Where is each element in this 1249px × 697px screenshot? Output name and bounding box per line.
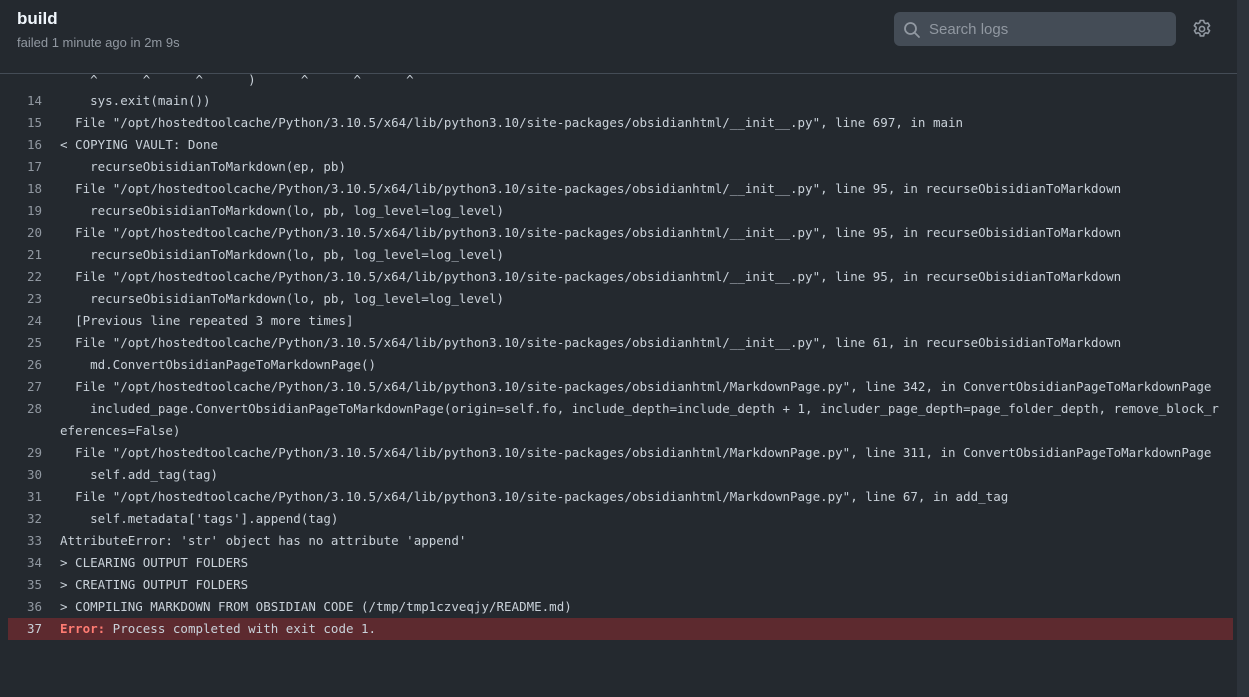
page-scrollbar[interactable] [1237, 0, 1249, 697]
log-line-text: > COMPILING MARKDOWN FROM OBSIDIAN CODE … [60, 599, 572, 614]
line-number[interactable]: 34 [8, 552, 60, 574]
log-line-text: self.add_tag(tag) [60, 467, 219, 482]
log-line: 34 > CLEARING OUTPUT FOLDERS [8, 552, 1233, 574]
log-line-text: recurseObisidianToMarkdown(lo, pb, log_l… [60, 247, 505, 262]
log-line: 30 self.add_tag(tag) [8, 464, 1233, 486]
log-output: ^ ^ ^ ) ^ ^ ^ 14 sys.exit(main()) 15 File… [8, 74, 1233, 697]
line-number[interactable]: 16 [8, 134, 60, 156]
line-number[interactable]: 27 [8, 376, 60, 398]
log-line-text: ^ ^ ^ ) ^ ^ ^ [60, 74, 414, 87]
log-line-text: included_page.ConvertObsidianPageToMarkd… [60, 401, 1219, 438]
log-line-text: [Previous line repeated 3 more times] [60, 313, 354, 328]
line-number[interactable]: 32 [8, 508, 60, 530]
log-line: 28 included_page.ConvertObsidianPageToMa… [8, 398, 1233, 442]
line-number[interactable]: 25 [8, 332, 60, 354]
line-number[interactable]: 22 [8, 266, 60, 288]
log-line-text: recurseObisidianToMarkdown(lo, pb, log_l… [60, 291, 505, 306]
log-line-text: Error: Process completed with exit code … [60, 618, 1233, 640]
log-line: 26 md.ConvertObsidianPageToMarkdownPage(… [8, 354, 1233, 376]
log-line-text: File "/opt/hostedtoolcache/Python/3.10.5… [60, 269, 1122, 284]
log-line-text: < COPYING VAULT: Done [60, 137, 219, 152]
line-number[interactable]: 31 [8, 486, 60, 508]
log-line: 16 < COPYING VAULT: Done [8, 134, 1233, 156]
log-line: 20 File "/opt/hostedtoolcache/Python/3.1… [8, 222, 1233, 244]
line-number[interactable]: 37 [8, 618, 60, 640]
log-line: 33 AttributeError: 'str' object has no at… [8, 530, 1233, 552]
log-line: 27 File "/opt/hostedtoolcache/Python/3.1… [8, 376, 1233, 398]
job-title: build [17, 9, 58, 28]
log-line-text: File "/opt/hostedtoolcache/Python/3.10.5… [60, 445, 1212, 460]
error-message: Process completed with exit code 1. [105, 621, 377, 636]
log-lines: 14 sys.exit(main()) 15 File "/opt/hostedt… [8, 90, 1233, 640]
line-number[interactable]: 26 [8, 354, 60, 376]
log-line-text: AttributeError: 'str' object has no attr… [60, 533, 467, 548]
error-label: Error: [60, 621, 106, 636]
log-line-text: File "/opt/hostedtoolcache/Python/3.10.5… [60, 489, 1009, 504]
line-number[interactable]: 35 [8, 574, 60, 596]
log-line-text: > CLEARING OUTPUT FOLDERS [60, 555, 249, 570]
log-line-text: md.ConvertObsidianPageToMarkdownPage() [60, 357, 377, 372]
line-number[interactable]: 33 [8, 530, 60, 552]
log-line: 36 > COMPILING MARKDOWN FROM OBSIDIAN COD… [8, 596, 1233, 618]
line-number[interactable]: 14 [8, 90, 60, 112]
line-number[interactable]: 21 [8, 244, 60, 266]
log-line-text: self.metadata['tags'].append(tag) [60, 511, 339, 526]
log-line-text: File "/opt/hostedtoolcache/Python/3.10.5… [60, 181, 1122, 196]
log-line: 32 self.metadata['tags'].append(tag) [8, 508, 1233, 530]
log-line-text: recurseObisidianToMarkdown(ep, pb) [60, 159, 346, 174]
search-logs-box[interactable] [894, 12, 1176, 46]
log-line-clipped: ^ ^ ^ ) ^ ^ ^ [8, 74, 1233, 91]
log-line: 19 recurseObisidianToMarkdown(lo, pb, lo… [8, 200, 1233, 222]
log-line-text: File "/opt/hostedtoolcache/Python/3.10.5… [60, 115, 964, 130]
line-number[interactable]: 19 [8, 200, 60, 222]
line-number[interactable]: 23 [8, 288, 60, 310]
line-number[interactable]: 29 [8, 442, 60, 464]
log-line: 25 File "/opt/hostedtoolcache/Python/3.1… [8, 332, 1233, 354]
search-icon [904, 22, 920, 38]
gear-icon [1193, 19, 1211, 37]
log-line-text: > CREATING OUTPUT FOLDERS [60, 577, 249, 592]
log-line-text: sys.exit(main()) [60, 93, 211, 108]
log-line: 22 File "/opt/hostedtoolcache/Python/3.1… [8, 266, 1233, 288]
log-line: 18 File "/opt/hostedtoolcache/Python/3.1… [8, 178, 1233, 200]
job-header: build failed 1 minute ago in 2m 9s [0, 0, 1237, 74]
log-line: 21 recurseObisidianToMarkdown(lo, pb, lo… [8, 244, 1233, 266]
log-line: 24 [Previous line repeated 3 more times] [8, 310, 1233, 332]
log-line-text: File "/opt/hostedtoolcache/Python/3.10.5… [60, 335, 1122, 350]
line-number[interactable]: 24 [8, 310, 60, 332]
log-line: 23 recurseObisidianToMarkdown(lo, pb, lo… [8, 288, 1233, 310]
line-number[interactable]: 18 [8, 178, 60, 200]
line-number[interactable]: 36 [8, 596, 60, 618]
log-line: 31 File "/opt/hostedtoolcache/Python/3.1… [8, 486, 1233, 508]
log-line-text: recurseObisidianToMarkdown(lo, pb, log_l… [60, 203, 505, 218]
log-line: 35 > CREATING OUTPUT FOLDERS [8, 574, 1233, 596]
job-status-subtitle: failed 1 minute ago in 2m 9s [17, 35, 180, 50]
log-line: 17 recurseObisidianToMarkdown(ep, pb) [8, 156, 1233, 178]
settings-button[interactable] [1190, 17, 1214, 41]
log-line-text: File "/opt/hostedtoolcache/Python/3.10.5… [60, 379, 1212, 394]
line-number[interactable]: 20 [8, 222, 60, 244]
log-line-text: File "/opt/hostedtoolcache/Python/3.10.5… [60, 225, 1122, 240]
log-line: 15 File "/opt/hostedtoolcache/Python/3.1… [8, 112, 1233, 134]
line-number[interactable]: 30 [8, 464, 60, 486]
search-logs-input[interactable] [929, 12, 1164, 46]
log-line: 29 File "/opt/hostedtoolcache/Python/3.1… [8, 442, 1233, 464]
line-number[interactable]: 17 [8, 156, 60, 178]
log-line: 14 sys.exit(main()) [8, 90, 1233, 112]
line-number[interactable]: 28 [8, 398, 60, 442]
line-number[interactable]: 15 [8, 112, 60, 134]
log-line-error: 37 Error: Process completed with exit cod… [8, 618, 1233, 640]
